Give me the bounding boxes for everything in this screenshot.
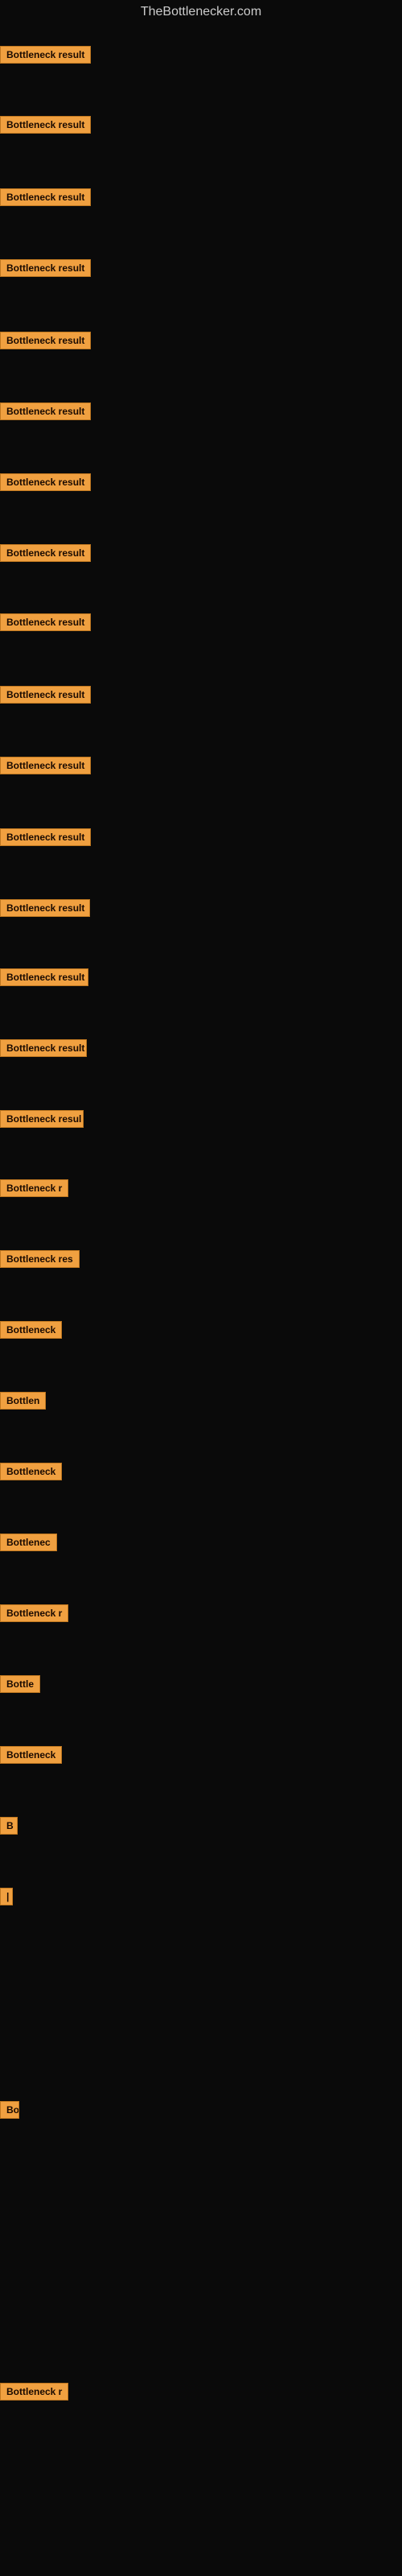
site-title-container: TheBottlenecker.com xyxy=(0,0,402,19)
bottleneck-badge[interactable]: Bottleneck result xyxy=(0,544,91,562)
bottleneck-badge[interactable]: Bottleneck result xyxy=(0,613,91,631)
bottleneck-item[interactable]: Bottleneck result xyxy=(0,613,91,635)
bottleneck-badge[interactable]: Bottleneck result xyxy=(0,46,91,64)
bottleneck-item[interactable]: Bottleneck result xyxy=(0,188,91,210)
bottleneck-badge[interactable]: B xyxy=(0,1817,18,1835)
bottleneck-item[interactable]: Bottle xyxy=(0,1675,40,1697)
bottleneck-badge[interactable]: Bottleneck xyxy=(0,1463,62,1480)
bottleneck-item[interactable]: Bottleneck res xyxy=(0,1250,80,1272)
bottleneck-item[interactable]: Bottleneck result xyxy=(0,332,91,353)
bottleneck-badge[interactable]: Bottleneck resul xyxy=(0,1110,84,1128)
bottleneck-badge[interactable]: Bottleneck result xyxy=(0,473,91,491)
bottleneck-badge[interactable]: Bottleneck result xyxy=(0,188,91,206)
bottleneck-badge[interactable]: Bottleneck result xyxy=(0,686,91,704)
bottleneck-badge[interactable]: Bottleneck result xyxy=(0,402,91,420)
bottleneck-badge[interactable]: Bottlenec xyxy=(0,1534,57,1551)
bottleneck-item[interactable]: Bottleneck resul xyxy=(0,1110,84,1132)
bottleneck-item[interactable]: Bottleneck result xyxy=(0,828,91,850)
bottleneck-badge[interactable]: Bottleneck result xyxy=(0,332,91,349)
bottleneck-item[interactable]: Bottleneck result xyxy=(0,259,91,281)
bottleneck-item[interactable]: Bottleneck xyxy=(0,1463,62,1484)
bottleneck-item[interactable]: Bottleneck result xyxy=(0,968,88,990)
bottleneck-badge[interactable]: Bottleneck result xyxy=(0,828,91,846)
bottleneck-item[interactable]: Bottleneck result xyxy=(0,116,91,138)
bottleneck-item[interactable]: Bottlenec xyxy=(0,1534,57,1555)
bottleneck-badge[interactable]: Bottleneck r xyxy=(0,2383,68,2401)
bottleneck-item[interactable]: Bottleneck result xyxy=(0,757,91,778)
bottleneck-badge[interactable]: Bottleneck result xyxy=(0,757,91,774)
bottleneck-item[interactable]: Bottleneck r xyxy=(0,1179,68,1201)
bottleneck-item[interactable]: Bottleneck result xyxy=(0,686,91,708)
bottleneck-badge[interactable]: Bo xyxy=(0,2101,19,2119)
bottleneck-badge[interactable]: Bottleneck xyxy=(0,1746,62,1764)
bottleneck-item[interactable]: Bottleneck result xyxy=(0,473,91,495)
bottleneck-item[interactable]: Bottleneck r xyxy=(0,1604,68,1626)
bottleneck-item[interactable]: Bottleneck xyxy=(0,1321,62,1343)
bottleneck-item[interactable]: Bottleneck result xyxy=(0,544,91,566)
bottleneck-item[interactable]: Bo xyxy=(0,2101,19,2123)
bottleneck-badge[interactable]: Bottleneck result xyxy=(0,968,88,986)
bottleneck-badge[interactable]: Bottleneck xyxy=(0,1321,62,1339)
bottleneck-item[interactable]: Bottleneck result xyxy=(0,46,91,68)
bottleneck-item[interactable]: Bottleneck r xyxy=(0,2383,68,2405)
bottleneck-item[interactable]: Bottleneck result xyxy=(0,402,91,424)
bottleneck-item[interactable]: Bottleneck result xyxy=(0,899,90,921)
bottleneck-item[interactable]: | xyxy=(0,1888,13,1909)
bottleneck-item[interactable]: Bottleneck result xyxy=(0,1039,87,1061)
bottleneck-item[interactable]: Bottleneck xyxy=(0,1746,62,1768)
bottleneck-badge[interactable]: | xyxy=(0,1888,13,1905)
bottleneck-badge[interactable]: Bottleneck r xyxy=(0,1179,68,1197)
bottleneck-badge[interactable]: Bottlen xyxy=(0,1392,46,1410)
bottleneck-item[interactable]: Bottlen xyxy=(0,1392,46,1414)
bottleneck-badge[interactable]: Bottleneck result xyxy=(0,259,91,277)
bottleneck-badge[interactable]: Bottle xyxy=(0,1675,40,1693)
bottleneck-badge[interactable]: Bottleneck result xyxy=(0,116,91,134)
bottleneck-item[interactable]: B xyxy=(0,1817,18,1839)
bottleneck-badge[interactable]: Bottleneck result xyxy=(0,899,90,917)
bottleneck-badge[interactable]: Bottleneck res xyxy=(0,1250,80,1268)
site-title: TheBottlenecker.com xyxy=(141,0,261,25)
bottleneck-badge[interactable]: Bottleneck result xyxy=(0,1039,87,1057)
bottleneck-badge[interactable]: Bottleneck r xyxy=(0,1604,68,1622)
